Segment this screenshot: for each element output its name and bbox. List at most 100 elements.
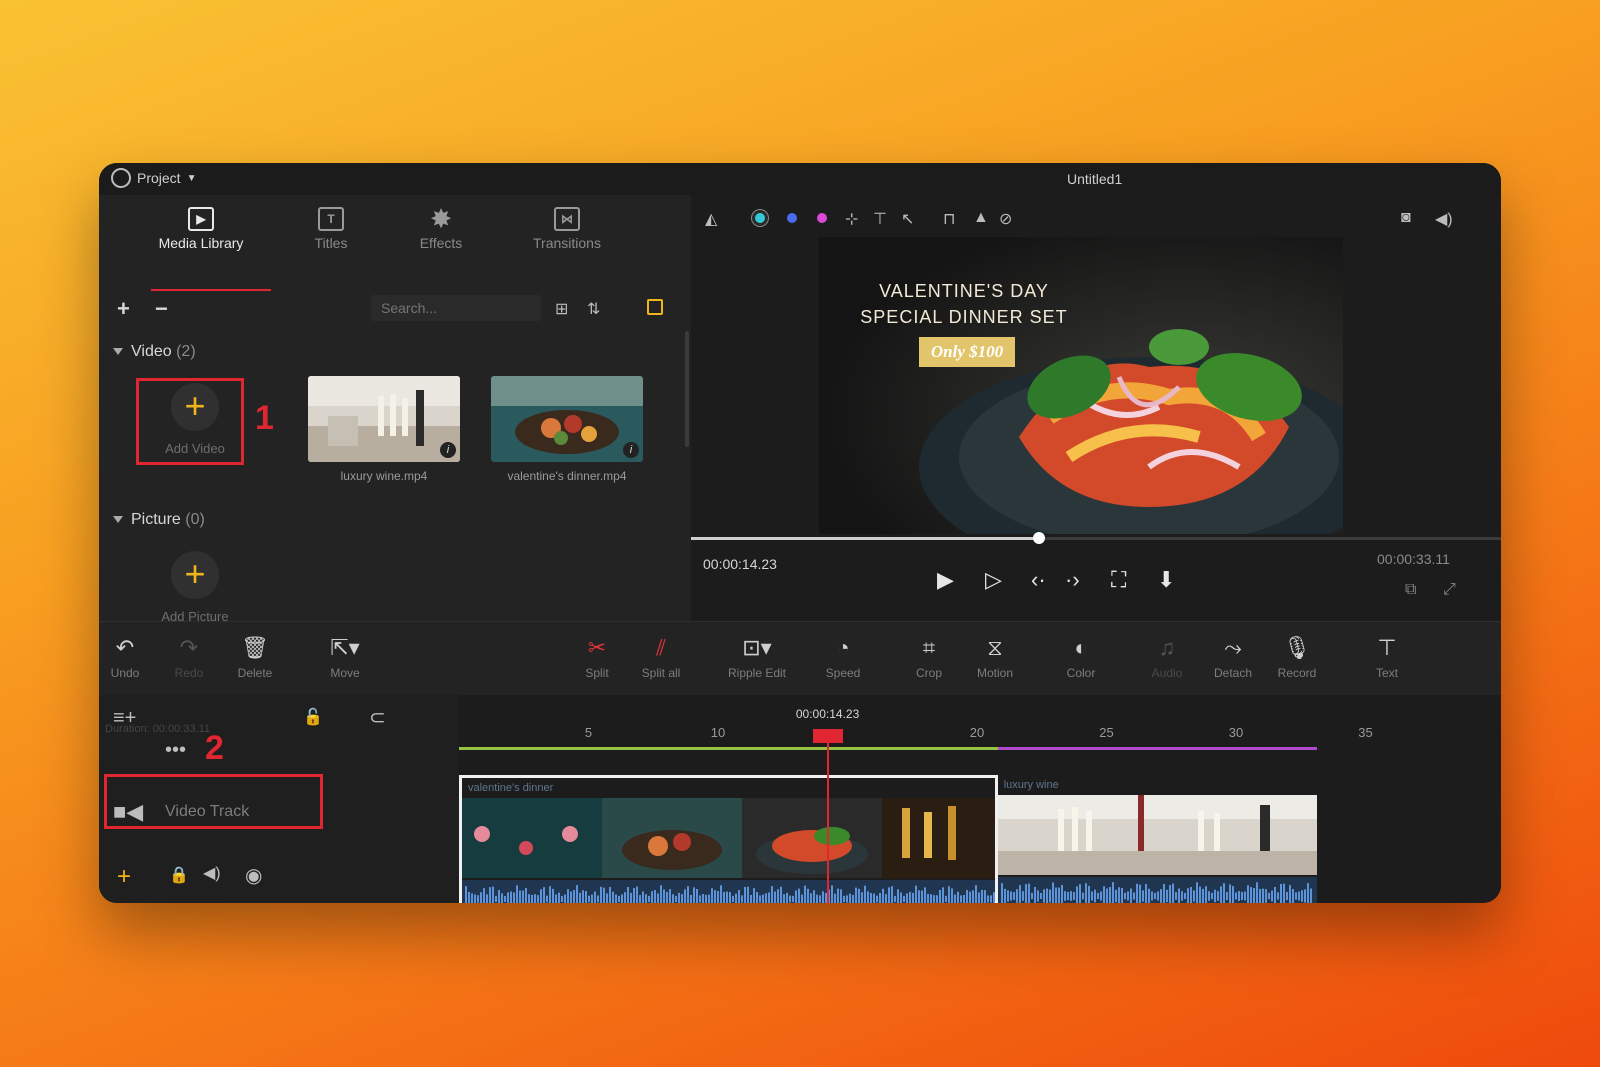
lock-icon[interactable]: ⊓	[943, 209, 955, 229]
play-button[interactable]: ▶	[937, 567, 954, 593]
add-picture-tile[interactable]: + Add Picture	[145, 551, 245, 624]
record-button[interactable]: 🎙 Record	[1265, 634, 1329, 680]
ruler-tick: 5	[584, 725, 593, 740]
move-label: Move	[330, 666, 360, 680]
fit-frame-button[interactable]: ⛶	[1111, 567, 1126, 593]
split-all-label: Split all	[641, 666, 681, 680]
clip-frames	[997, 795, 1317, 875]
clip-frames	[462, 798, 995, 878]
add-icon[interactable]: +	[117, 863, 131, 891]
timeline: ≡+ 🔓 ⊂ Duration: 00:00:33.11 ••• 2 ■◀ Vi…	[99, 695, 1501, 903]
section-count: (0)	[185, 511, 205, 528]
redo-label: Redo	[174, 666, 204, 680]
pointer-tool-icon[interactable]: ↖	[901, 209, 914, 229]
color-dot-cyan[interactable]	[755, 213, 765, 223]
align-tool-icon[interactable]: ⊤	[873, 209, 887, 229]
scrollbar[interactable]	[685, 331, 689, 447]
compare-icon[interactable]: ◭	[705, 209, 717, 229]
media-thumb-valentines-dinner[interactable]: i	[491, 376, 643, 462]
color-dot-magenta[interactable]	[817, 213, 827, 223]
preview-video-frame[interactable]: VALENTINE'S DAY SPECIAL DINNER SET Only …	[819, 237, 1343, 534]
ripple-edit-icon: ⊡▾	[742, 635, 772, 660]
track-header-panel: ≡+ 🔓 ⊂ Duration: 00:00:33.11 ••• 2 ■◀ Vi…	[99, 695, 459, 903]
timeline-ruler[interactable]: 5 10 15 20 25 30 35	[459, 695, 1501, 740]
camera-icon[interactable]: ◙	[1401, 209, 1411, 227]
collapse-icon	[113, 516, 123, 524]
progress-handle[interactable]	[1033, 532, 1046, 544]
grid-view-icon[interactable]: ⊞	[555, 299, 568, 319]
hide-icon[interactable]: ⊘	[999, 209, 1012, 229]
popout-icon[interactable]: ⧉	[1405, 581, 1416, 599]
ripple-edit-button[interactable]: ⊡▾ Ripple Edit	[719, 634, 795, 680]
lock-icon[interactable]: 🔒	[169, 865, 189, 885]
waveform-graphic	[1000, 882, 1312, 903]
text-icon: ⊤	[1377, 635, 1397, 660]
audio-button[interactable]: ♫ Audio	[1135, 634, 1199, 680]
panel-toggle-icon[interactable]	[647, 299, 663, 315]
timeline-clip-valentines-dinner[interactable]: valentine's dinner	[459, 775, 998, 903]
detach-button[interactable]: ⤳ Detach	[1201, 634, 1265, 680]
project-menu-label: Project	[137, 170, 181, 186]
split-all-icon: ⫽	[656, 635, 666, 660]
redo-button[interactable]: ↷ Redo	[157, 634, 221, 680]
volume-icon[interactable]: ◀)	[1435, 209, 1453, 229]
undo-button[interactable]: ↶ Undo	[99, 634, 157, 680]
crop-button[interactable]: ⌗ Crop	[897, 634, 961, 680]
motion-icon: ⧖	[987, 635, 1003, 660]
delete-button[interactable]: 🗑 Delete	[223, 634, 287, 680]
next-frame-button[interactable]: ·›	[1065, 567, 1080, 593]
info-icon[interactable]: i	[440, 442, 456, 458]
prev-frame-button[interactable]: ‹·	[1031, 567, 1046, 593]
media-library-panel: ▶ Media Library T Titles ✸ Effects ⋈ Tra…	[99, 195, 691, 624]
split-label: Split	[585, 666, 609, 680]
tab-transitions[interactable]: ⋈ Transitions	[507, 207, 627, 251]
more-icon[interactable]: •••	[165, 739, 186, 762]
magnet-icon[interactable]: ⊂	[369, 705, 386, 730]
tab-label: Media Library	[158, 235, 244, 251]
split-button[interactable]: ✂ Split	[565, 634, 629, 680]
playback-progress-bar[interactable]	[691, 532, 1501, 544]
split-all-button[interactable]: ⫽ Split all	[629, 634, 693, 680]
text-button[interactable]: ⊤ Text	[1355, 634, 1419, 680]
media-name: valentine's dinner.mp4	[507, 469, 627, 483]
snapshot-button[interactable]: ⬇	[1157, 567, 1175, 593]
ruler-tick: 10	[710, 725, 726, 740]
annotation-step-1: 1	[255, 399, 274, 437]
media-thumb-luxury-wine[interactable]: i	[308, 376, 460, 462]
color-dot-blue[interactable]	[787, 213, 797, 223]
lock-all-icon[interactable]: 🔓	[303, 707, 323, 727]
project-menu[interactable]: Project ▼	[111, 168, 196, 188]
minus-icon[interactable]: −	[155, 298, 168, 320]
select-tool-icon[interactable]: ⊹	[845, 209, 858, 229]
ruler-range-purple	[997, 747, 1317, 750]
clip-name: luxury wine	[1003, 779, 1059, 791]
sort-icon[interactable]: ⇅	[587, 299, 600, 319]
playhead-time: 00:00:14.23	[795, 707, 860, 721]
info-icon[interactable]: i	[623, 442, 639, 458]
clip-thumbnail-strip	[997, 795, 1317, 875]
plus-icon[interactable]: +	[117, 298, 130, 320]
speed-label: Speed	[825, 666, 861, 680]
mask-icon[interactable]: ▲	[973, 209, 989, 227]
volume-icon[interactable]: ◀)	[203, 863, 221, 883]
move-button[interactable]: ⇱▾ Move	[313, 634, 377, 680]
video-section-header[interactable]: Video (2)	[113, 343, 196, 361]
motion-button[interactable]: ⧖ Motion	[963, 634, 1027, 680]
search-input[interactable]	[371, 295, 541, 321]
fullscreen-icon[interactable]: ⤢	[1443, 581, 1456, 599]
color-button[interactable]: ◐ Color	[1049, 634, 1113, 680]
duration-label: Duration: 00:00:33.11	[105, 723, 210, 735]
tab-titles[interactable]: T Titles	[271, 207, 391, 251]
eye-icon[interactable]: ◉	[245, 863, 262, 888]
ruler-tick: 35	[1358, 725, 1373, 740]
picture-section-header[interactable]: Picture (0)	[113, 511, 205, 529]
speed-button[interactable]: ◔ Speed	[811, 634, 875, 680]
window-title: Untitled1	[1067, 171, 1123, 187]
play-from-start-button[interactable]: ▷	[985, 567, 1002, 593]
playhead-line[interactable]	[826, 739, 829, 903]
tab-effects[interactable]: ✸ Effects	[381, 206, 501, 252]
app-logo-icon	[111, 168, 131, 188]
tab-media-library[interactable]: ▶ Media Library	[141, 207, 261, 251]
waveform-path	[465, 885, 995, 903]
timeline-clip-luxury-wine[interactable]: luxury wine	[997, 775, 1317, 903]
